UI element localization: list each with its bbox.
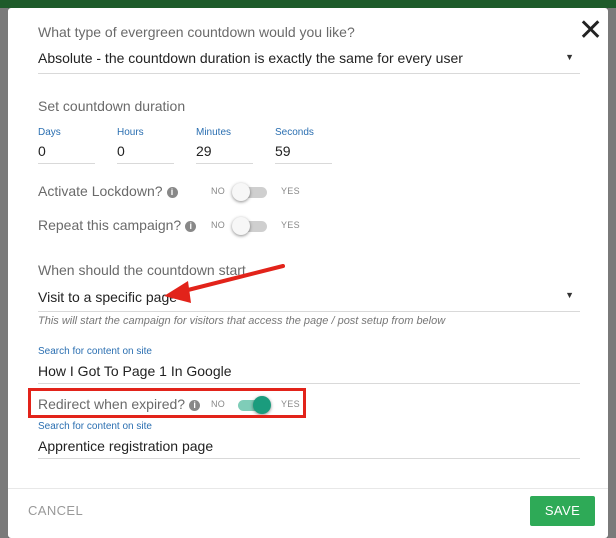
repeat-yes-label: YES bbox=[281, 220, 300, 230]
hours-input[interactable]: 0 bbox=[117, 140, 174, 164]
minutes-input[interactable]: 29 bbox=[196, 140, 253, 164]
redirect-page-search-label: Search for content on site bbox=[38, 421, 152, 432]
lockdown-switch[interactable] bbox=[232, 183, 267, 201]
close-icon[interactable]: ✕ bbox=[578, 16, 603, 46]
repeat-switch[interactable] bbox=[232, 217, 267, 235]
seconds-input[interactable]: 59 bbox=[275, 140, 332, 164]
background-page-right bbox=[608, 8, 616, 538]
countdown-start-select[interactable]: Visit to a specific page ▼ bbox=[38, 286, 580, 312]
save-button[interactable]: SAVE bbox=[530, 496, 595, 526]
lockdown-label: Activate Lockdown? i bbox=[38, 183, 178, 199]
minutes-label: Minutes bbox=[196, 127, 232, 138]
info-icon[interactable]: i bbox=[166, 187, 178, 198]
repeat-no-label: NO bbox=[211, 220, 226, 230]
background-page-left bbox=[0, 8, 8, 538]
repeat-label: Repeat this campaign? i bbox=[38, 217, 197, 233]
info-icon[interactable]: i bbox=[185, 221, 197, 232]
lockdown-toggle-row: Activate Lockdown? i NO YES bbox=[38, 180, 308, 204]
countdown-type-select[interactable]: Absolute - the countdown duration is exa… bbox=[38, 48, 580, 74]
chevron-down-icon: ▼ bbox=[565, 290, 574, 300]
countdown-type-selected: Absolute - the countdown duration is exa… bbox=[38, 50, 463, 66]
seconds-label: Seconds bbox=[275, 127, 314, 138]
cancel-button[interactable]: CANCEL bbox=[28, 503, 83, 518]
start-page-search-input[interactable]: How I Got To Page 1 In Google bbox=[38, 358, 580, 384]
modal-footer: CANCEL SAVE bbox=[8, 488, 608, 538]
start-page-search-label: Search for content on site bbox=[38, 346, 152, 357]
hours-label: Hours bbox=[117, 127, 144, 138]
countdown-start-question: When should the countdown start bbox=[38, 262, 246, 278]
annotation-highlight-box bbox=[28, 388, 306, 418]
countdown-start-hint: This will start the campaign for visitor… bbox=[38, 315, 446, 327]
lockdown-no-label: NO bbox=[211, 186, 226, 196]
repeat-toggle-row: Repeat this campaign? i NO YES bbox=[38, 214, 308, 238]
redirect-page-search-input[interactable]: Apprentice registration page bbox=[38, 433, 580, 459]
lockdown-yes-label: YES bbox=[281, 186, 300, 196]
background-header-bar bbox=[0, 0, 616, 8]
days-label: Days bbox=[38, 127, 61, 138]
countdown-type-question: What type of evergreen countdown would y… bbox=[38, 24, 355, 40]
days-input[interactable]: 0 bbox=[38, 140, 95, 164]
duration-heading: Set countdown duration bbox=[38, 98, 186, 114]
countdown-settings-modal: ✕ What type of evergreen countdown would… bbox=[8, 8, 608, 538]
chevron-down-icon: ▼ bbox=[565, 52, 574, 62]
countdown-start-selected: Visit to a specific page bbox=[38, 289, 178, 305]
